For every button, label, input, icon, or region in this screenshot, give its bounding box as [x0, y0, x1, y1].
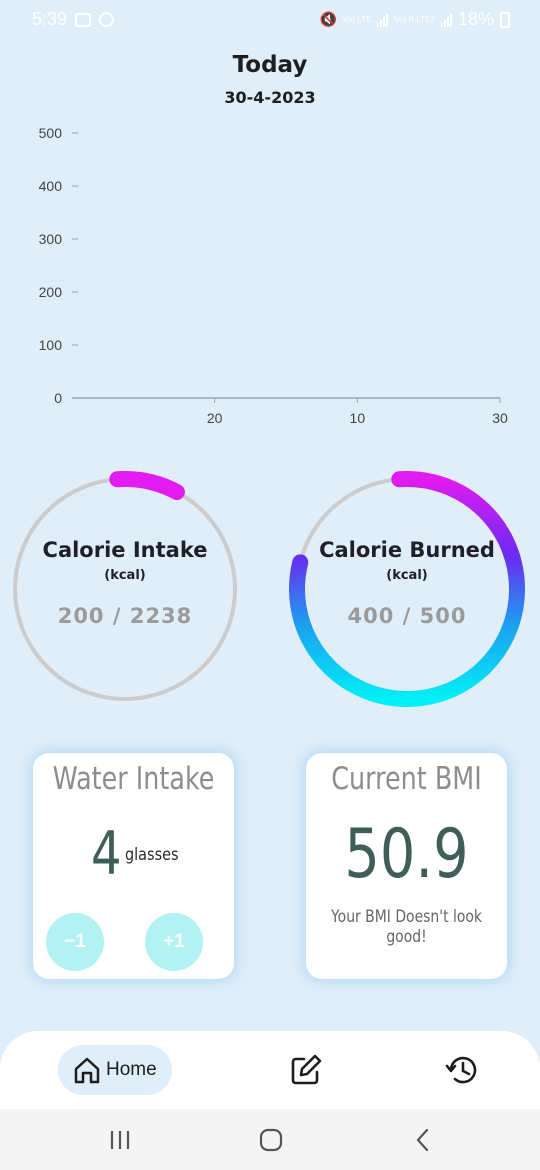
- calorie-intake-ring-svg: [13, 471, 237, 701]
- calorie-burned-unit: (kcal): [386, 568, 428, 583]
- calorie-burned-title: Calorie Burned: [319, 538, 495, 562]
- net-label-2: Vo) R LTE2: [394, 14, 435, 24]
- home-circle-icon[interactable]: [256, 1127, 286, 1153]
- water-decrement-button[interactable]: −1: [46, 913, 104, 971]
- edit-icon[interactable]: [289, 1053, 323, 1087]
- calorie-burned-ring-svg: [289, 471, 525, 707]
- calorie-intake-track: [13, 477, 237, 701]
- chart-x-tick-label: 20: [207, 410, 223, 426]
- history-icon[interactable]: [445, 1053, 479, 1087]
- water-intake-card: Water Intake 4 glasses −1 +1: [33, 753, 234, 979]
- system-nav-bar: [0, 1109, 540, 1170]
- calorie-intake-ring: Calorie Intake (kcal) 200 / 2238: [7, 471, 243, 707]
- calorie-intake-unit: (kcal): [104, 568, 146, 583]
- mute-icon: 🔇: [319, 11, 337, 27]
- notification-icon: [99, 12, 115, 27]
- nav-home-button[interactable]: Home: [58, 1045, 172, 1095]
- calorie-intake-progress-arc: [109, 471, 185, 501]
- page-title: Today: [232, 52, 308, 78]
- calorie-chart: 0 100 200 300 400 500 20 10 30: [39, 125, 508, 426]
- bottom-nav: Home: [0, 1031, 540, 1109]
- signal-icon-2: [440, 13, 452, 27]
- calorie-intake-value: 200 / 2238: [57, 604, 193, 628]
- bmi-value: 50.9: [344, 815, 469, 894]
- battery-icon: [500, 11, 510, 28]
- chart-y-tick-label: 400: [39, 178, 63, 194]
- bmi-title: Current BMI: [331, 761, 482, 797]
- status-left: 5:39: [32, 9, 115, 30]
- home-icon: [74, 1057, 100, 1084]
- chart-y-tick-label: 200: [39, 284, 63, 300]
- bmi-message: Your BMI Doesn't look good!: [330, 907, 482, 947]
- net-label-1: Vo) LTE: [342, 14, 372, 24]
- gallery-icon: [75, 12, 92, 27]
- back-icon[interactable]: [408, 1127, 438, 1153]
- chart-x-tick-label: 30: [492, 410, 508, 426]
- status-bar: 5:39 🔇 Vo) LTE Vo) R LTE2 18%: [0, 0, 540, 40]
- status-right: 🔇 Vo) LTE Vo) R LTE2 18%: [319, 9, 510, 30]
- status-time: 5:39: [32, 9, 68, 29]
- calorie-burned-ring: Calorie Burned (kcal) 400 / 500: [289, 471, 525, 707]
- chart-y-tick-label: 500: [39, 125, 63, 141]
- bmi-card: Current BMI 50.9 Your BMI Doesn't look g…: [306, 753, 507, 979]
- calorie-burned-value: 400 / 500: [347, 604, 467, 628]
- chart-y-tick-label: 100: [39, 337, 63, 353]
- chart-x-tick-label: 10: [350, 410, 366, 426]
- water-intake-title: Water Intake: [52, 761, 215, 797]
- calorie-intake-title: Calorie Intake: [42, 538, 208, 562]
- recents-icon[interactable]: [105, 1127, 135, 1153]
- water-unit-label: glasses: [125, 845, 179, 865]
- battery-text: 18%: [457, 9, 494, 29]
- water-increment-button[interactable]: +1: [145, 913, 203, 971]
- chart-y-tick-label: 0: [54, 390, 62, 406]
- page-date: 30-4-2023: [224, 88, 316, 107]
- water-glass-count: 4: [91, 819, 122, 889]
- chart-y-tick-label: 300: [39, 231, 63, 247]
- signal-icon-1: [377, 13, 389, 27]
- nav-home-label: Home: [106, 1059, 157, 1080]
